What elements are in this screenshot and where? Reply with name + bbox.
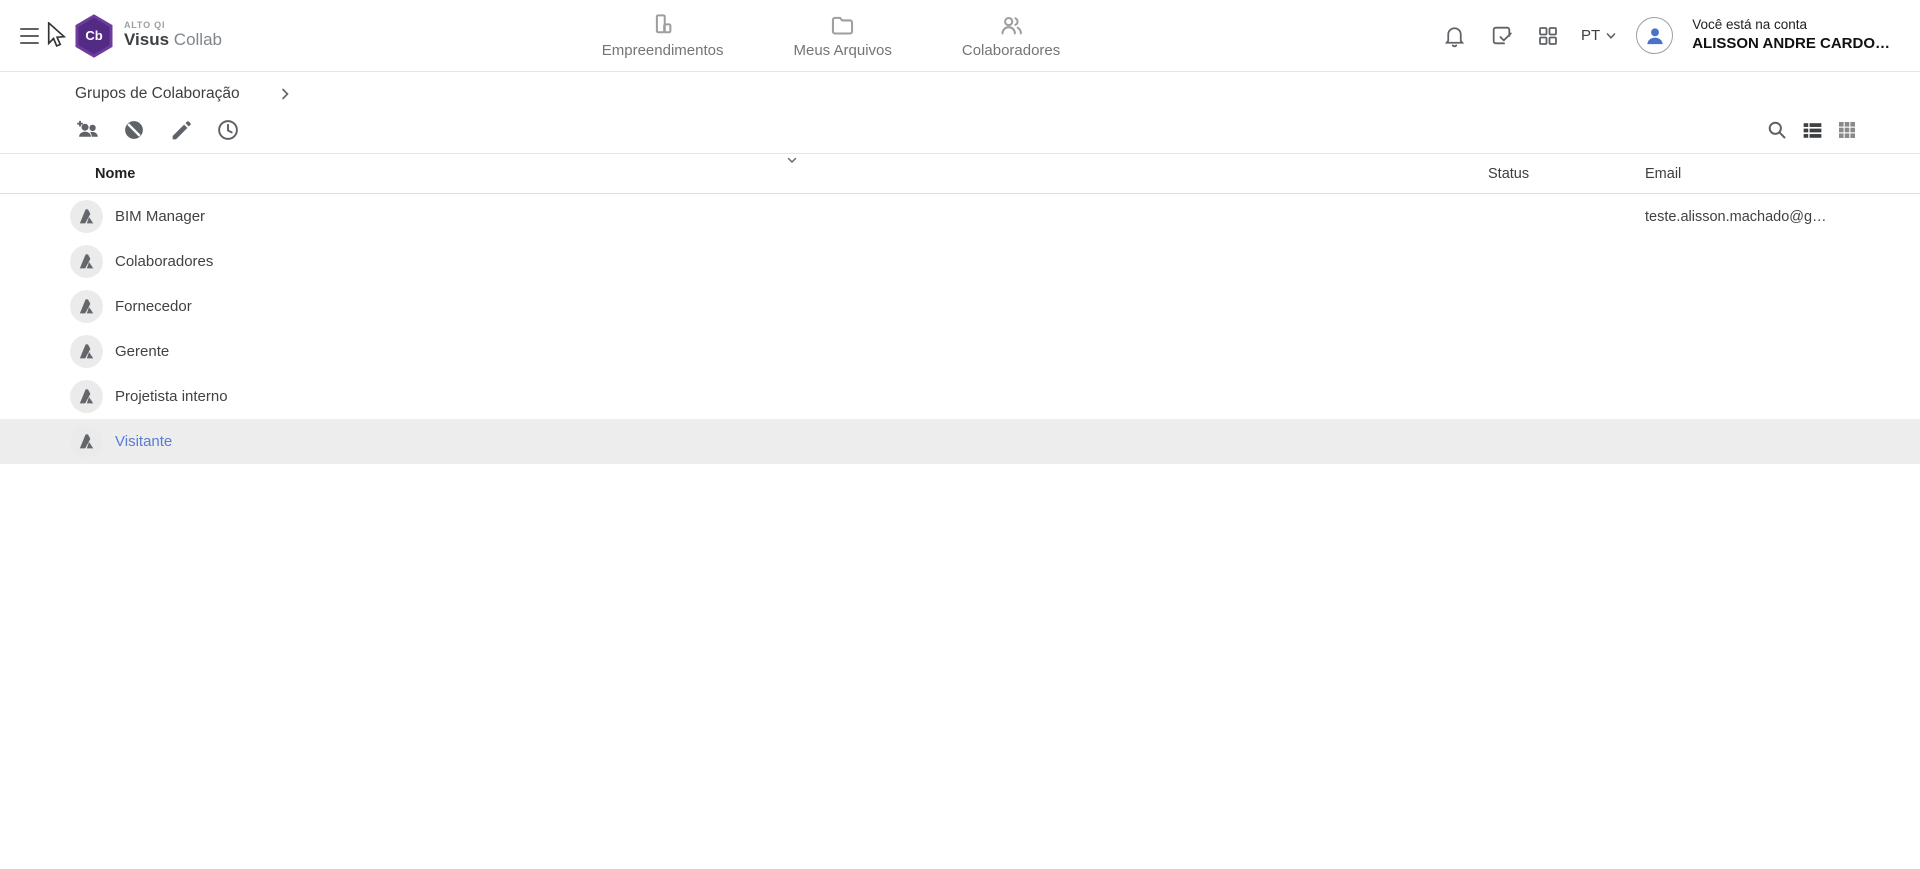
language-code: PT (1581, 27, 1600, 44)
column-header-status[interactable]: Status (1488, 166, 1645, 182)
group-name: Colaboradores (115, 253, 1488, 270)
toolbar-actions (72, 115, 243, 145)
group-name: Fornecedor (115, 298, 1488, 315)
nav-item-empreendimentos[interactable]: Empreendimentos (600, 8, 726, 63)
altoqi-group-icon (77, 387, 96, 406)
logo-hexagon-icon: Cb (74, 14, 114, 58)
group-avatar (70, 245, 103, 278)
list-view-icon[interactable] (1797, 115, 1827, 145)
sort-chevron-icon[interactable] (785, 156, 798, 165)
breadcrumb: Grupos de Colaboração (0, 72, 1920, 107)
main-nav: Empreendimentos Meus Arquivos Colaborado… (222, 0, 1440, 71)
altoqi-group-icon (77, 297, 96, 316)
nav-item-meus-arquivos[interactable]: Meus Arquivos (791, 8, 893, 63)
people-icon (998, 12, 1025, 39)
table-row[interactable]: Fornecedor (0, 284, 1920, 329)
table-header: Nome Status Email (0, 154, 1920, 194)
edit-pencil-icon[interactable] (166, 115, 196, 145)
nav-label: Colaboradores (962, 42, 1060, 59)
logo-badge-text: Cb (85, 28, 102, 43)
app-bar: Cb ALTO QI Visus Collab Empreendimentos … (0, 0, 1920, 72)
altoqi-group-icon (77, 432, 96, 451)
language-selector[interactable]: PT (1581, 27, 1617, 44)
buildings-icon (649, 12, 676, 39)
toolbar (0, 107, 1920, 154)
grid-view-icon[interactable] (1832, 115, 1862, 145)
add-group-icon[interactable] (72, 115, 102, 145)
notifications-bell-icon[interactable] (1440, 22, 1468, 50)
table-row[interactable]: Visitante (0, 419, 1920, 464)
table-row[interactable]: Colaboradores (0, 239, 1920, 284)
group-name: Visitante (115, 433, 1488, 450)
breadcrumb-current[interactable]: Grupos de Colaboração (75, 85, 240, 103)
nav-label: Empreendimentos (602, 42, 724, 59)
group-name: BIM Manager (115, 208, 1488, 225)
approvals-task-icon[interactable] (1487, 22, 1515, 50)
app-bar-right: PT Você está na conta ALISSON ANDRE CARD… (1440, 16, 1890, 54)
person-icon (1642, 23, 1668, 49)
account-name: ALISSON ANDRE CARDO… (1692, 34, 1890, 54)
group-email: teste.alisson.machado@g… (1645, 209, 1890, 225)
apps-grid-icon[interactable] (1534, 22, 1562, 50)
group-avatar (70, 380, 103, 413)
group-avatar (70, 425, 103, 458)
brand-light-label: Collab (174, 30, 222, 49)
group-name: Projetista interno (115, 388, 1488, 405)
table-row[interactable]: BIM Manager teste.alisson.machado@g… (0, 194, 1920, 239)
table-row[interactable]: Projetista interno (0, 374, 1920, 419)
brand-bold-label: Visus (124, 30, 169, 49)
search-icon[interactable] (1762, 115, 1792, 145)
group-list: BIM Manager teste.alisson.machado@g… Col… (0, 194, 1920, 464)
chevron-down-icon (1605, 30, 1617, 42)
group-name: Gerente (115, 343, 1488, 360)
logo-text: ALTO QI Visus Collab (124, 21, 222, 50)
chevron-right-icon (278, 87, 292, 101)
column-header-nome[interactable]: Nome (95, 154, 1488, 193)
altoqi-group-icon (77, 207, 96, 226)
user-avatar[interactable] (1636, 17, 1673, 54)
group-avatar (70, 335, 103, 368)
altoqi-group-icon (77, 342, 96, 361)
hamburger-menu-icon[interactable] (20, 21, 50, 51)
account-info[interactable]: Você está na conta ALISSON ANDRE CARDO… (1692, 16, 1890, 54)
block-icon[interactable] (119, 115, 149, 145)
nav-label: Meus Arquivos (793, 42, 891, 59)
group-avatar (70, 290, 103, 323)
history-clock-icon[interactable] (213, 115, 243, 145)
view-controls (1762, 115, 1862, 145)
group-avatar (70, 200, 103, 233)
nav-item-colaboradores[interactable]: Colaboradores (960, 8, 1062, 63)
altoqi-group-icon (77, 252, 96, 271)
column-header-email[interactable]: Email (1645, 166, 1890, 182)
folder-icon (829, 12, 856, 39)
column-label: Nome (95, 166, 135, 182)
app-logo[interactable]: Cb ALTO QI Visus Collab (74, 14, 222, 58)
table-row[interactable]: Gerente (0, 329, 1920, 374)
account-context-label: Você está na conta (1692, 16, 1890, 34)
